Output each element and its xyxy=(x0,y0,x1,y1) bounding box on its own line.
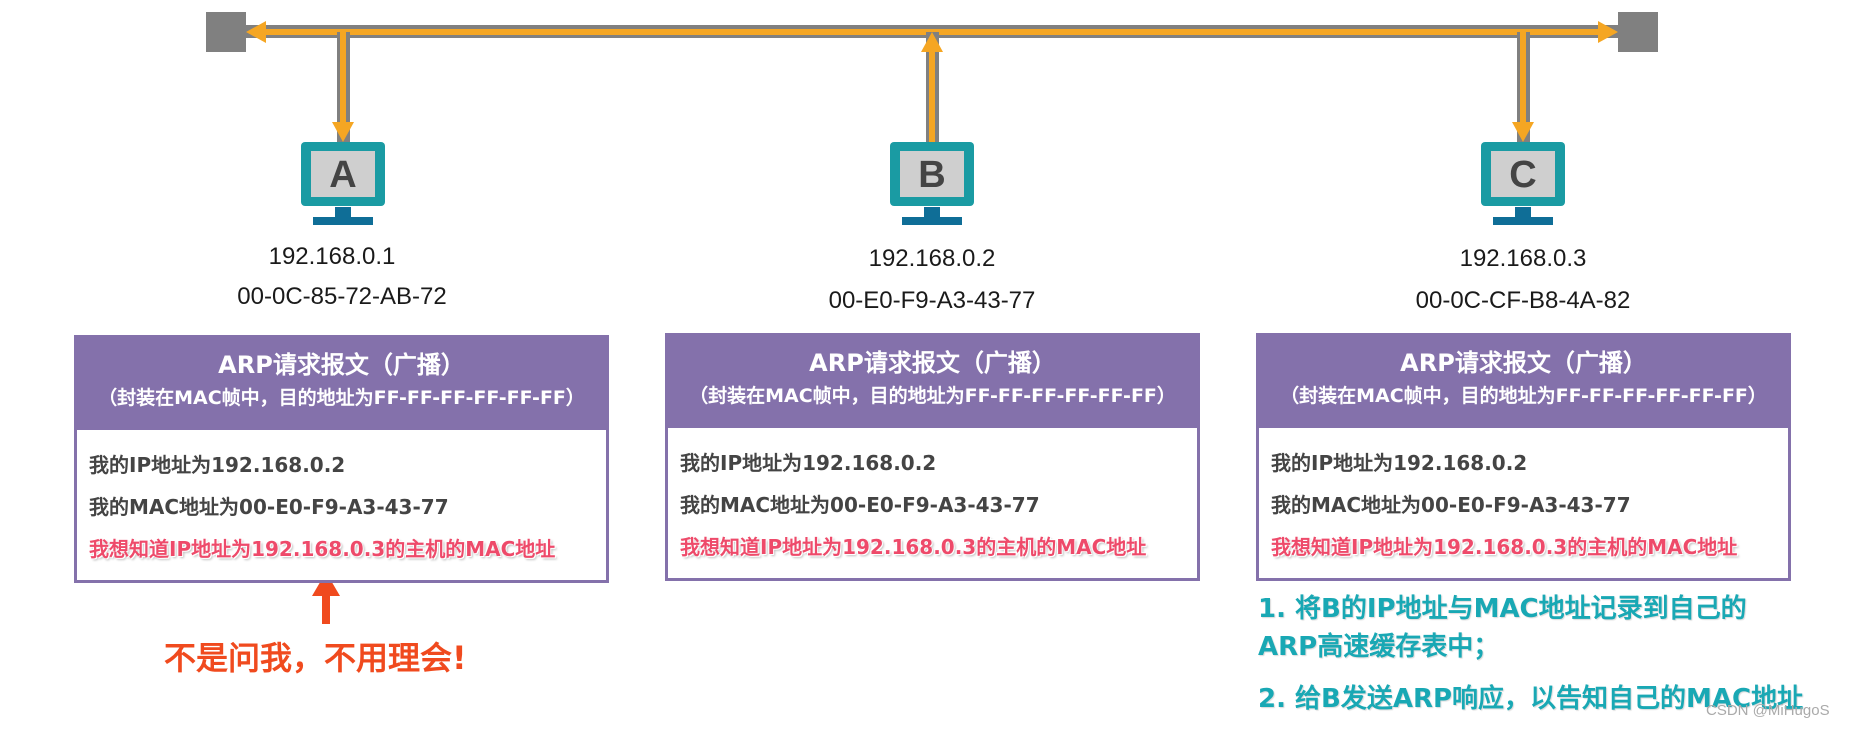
arp-sender-ip: 我的IP地址为192.168.0.2 xyxy=(680,451,937,475)
arp-packet-title: ARP请求报文（广播） xyxy=(809,349,1056,377)
arp-packet-body: 我的IP地址为192.168.0.2 我的MAC地址为00-E0-F9-A3-4… xyxy=(1259,428,1788,568)
host-b-letter: B xyxy=(918,154,945,196)
arp-sender-ip: 我的IP地址为192.168.0.2 xyxy=(1271,451,1528,475)
host-c-mac: 00-0C-CF-B8-4A-82 xyxy=(1415,287,1631,314)
host-a-letter: A xyxy=(329,154,356,196)
arp-sender-mac: 我的MAC地址为00-E0-F9-A3-43-77 xyxy=(1271,493,1631,517)
note-step1-line2: ARP高速缓存表中； xyxy=(1258,632,1500,662)
arp-packet-body: 我的IP地址为192.168.0.2 我的MAC地址为00-E0-F9-A3-4… xyxy=(77,430,606,570)
arp-target-query: 我想知道IP地址为192.168.0.3的主机的MAC地址 xyxy=(89,537,556,561)
host-a-monitor-icon: A xyxy=(301,142,385,225)
host-a-ip: 192.168.0.1 xyxy=(268,243,396,270)
arp-target-query: 我想知道IP地址为192.168.0.3的主机的MAC地址 xyxy=(1271,535,1738,559)
arp-request-packet-a: ARP请求报文（广播） （封装在MAC帧中，目的地址为FF-FF-FF-FF-F… xyxy=(74,335,609,583)
host-b-monitor-icon: B xyxy=(890,142,974,225)
host-c-monitor-icon: C xyxy=(1481,142,1565,225)
watermark: CSDN @MiHugoS xyxy=(1706,702,1830,719)
host-c-drop xyxy=(1512,32,1534,142)
arp-request-packet-b: ARP请求报文（广播） （封装在MAC帧中，目的地址为FF-FF-FF-FF-F… xyxy=(665,333,1200,581)
host-b-mac: 00-E0-F9-A3-43-77 xyxy=(828,287,1036,314)
arp-sender-mac: 我的MAC地址为00-E0-F9-A3-43-77 xyxy=(89,495,449,519)
host-c-ip: 192.168.0.3 xyxy=(1459,245,1587,272)
arp-packet-subtitle: （封装在MAC帧中，目的地址为FF-FF-FF-FF-FF-FF） xyxy=(98,387,585,409)
arp-packet-title: ARP请求报文（广播） xyxy=(218,351,465,379)
host-b-ip: 192.168.0.2 xyxy=(868,245,996,272)
host-b-drop xyxy=(921,32,943,142)
bus-terminator-left xyxy=(206,12,246,52)
arp-target-query: 我想知道IP地址为192.168.0.3的主机的MAC地址 xyxy=(680,535,1147,559)
arp-packet-header: ARP请求报文（广播） （封装在MAC帧中，目的地址为FF-FF-FF-FF-F… xyxy=(1259,336,1788,428)
host-a-drop xyxy=(332,32,354,142)
arp-sender-ip: 我的IP地址为192.168.0.2 xyxy=(89,453,346,477)
arp-request-packet-c: ARP请求报文（广播） （封装在MAC帧中，目的地址为FF-FF-FF-FF-F… xyxy=(1256,333,1791,581)
annotation-not-for-me: 不是问我，不用理会! xyxy=(164,639,467,677)
bus-terminator-right xyxy=(1618,12,1658,52)
host-a-mac: 00-0C-85-72-AB-72 xyxy=(237,283,447,310)
arp-packet-subtitle: （封装在MAC帧中，目的地址为FF-FF-FF-FF-FF-FF） xyxy=(689,385,1176,407)
note-step1-line1: 1. 将B的IP地址与MAC地址记录到自己的 xyxy=(1258,594,1747,624)
arp-packet-title: ARP请求报文（广播） xyxy=(1400,349,1647,377)
host-c-letter: C xyxy=(1509,154,1536,196)
arp-packet-subtitle: （封装在MAC帧中，目的地址为FF-FF-FF-FF-FF-FF） xyxy=(1280,385,1767,407)
arp-packet-header: ARP请求报文（广播） （封装在MAC帧中，目的地址为FF-FF-FF-FF-F… xyxy=(668,336,1197,428)
arp-packet-header: ARP请求报文（广播） （封装在MAC帧中，目的地址为FF-FF-FF-FF-F… xyxy=(77,338,606,430)
arp-packet-body: 我的IP地址为192.168.0.2 我的MAC地址为00-E0-F9-A3-4… xyxy=(668,428,1197,568)
arp-broadcast-diagram: A B C 192.168.0.1 00-0C-85-72-AB-72 192.… xyxy=(0,0,1875,733)
arp-sender-mac: 我的MAC地址为00-E0-F9-A3-43-77 xyxy=(680,493,1040,517)
